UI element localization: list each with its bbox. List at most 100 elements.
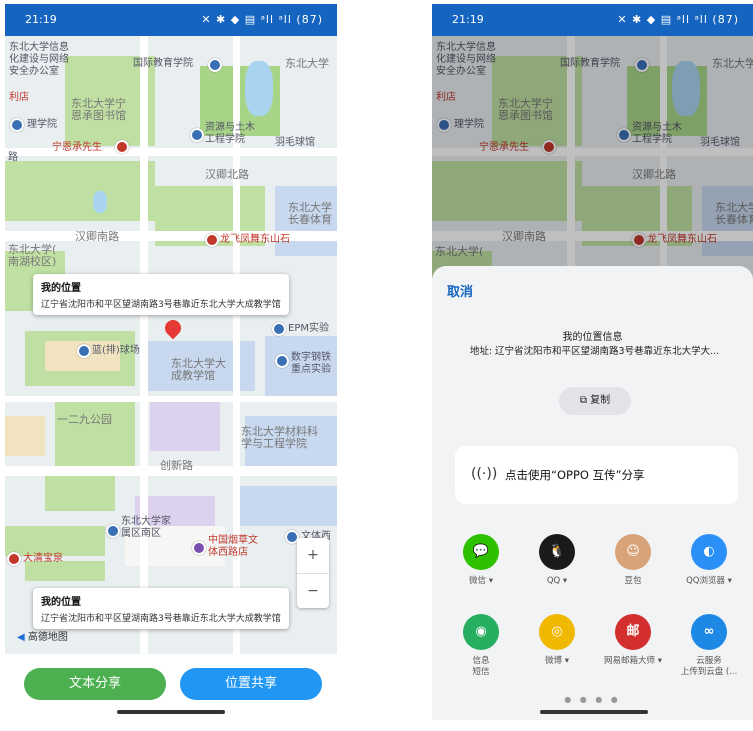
map-label: 东北大学( 南湖校区) (8, 243, 57, 268)
map-label: 数字钢铁 重点实验 (291, 352, 331, 375)
map-pin[interactable] (272, 322, 286, 336)
share-app-1-4[interactable]: ◐ QQ浏览器 ▾ (671, 534, 747, 587)
map-pin[interactable] (7, 552, 21, 566)
map-label: 东北大学 长春体育 (288, 201, 332, 226)
copy-button[interactable]: ⧉ 复制 (559, 387, 631, 415)
map-pin[interactable] (192, 541, 206, 555)
left-phone-screen: 21:19 ✕ ✱ ◆ ▤ ᵃll ᵃll (87) 东北大学信息 化建设与网络… (5, 4, 337, 720)
map-label: 宁恩承先生 (52, 142, 102, 153)
info-address: 辽宁省沈阳市和平区望湖南路3号巷靠近东北大学大成教学馆 (41, 300, 281, 310)
map-label: 路 (8, 152, 18, 163)
oppo-share-label: 点击使用“OPPO 互传”分享 (505, 468, 645, 482)
map-area (150, 401, 220, 451)
map-label: 资源与土木 工程学院 (205, 122, 255, 145)
share-sheet: 取消 我的位置信息 地址: 辽宁省沈阳市和平区望湖南路3号巷靠近东北大学大...… (432, 266, 753, 720)
map-label: 汉卿南路 (75, 230, 119, 243)
map-pin[interactable] (10, 118, 24, 132)
location-info-card-bottom[interactable]: 我的位置 辽宁省沈阳市和平区望湖南路3号巷靠近东北大学大成教学馆 (33, 588, 289, 629)
map-road (140, 36, 148, 654)
status-bar: 21:19 ✕ ✱ ◆ ▤ ᵃll ᵃll (87) (432, 4, 753, 36)
map-pin[interactable] (275, 354, 289, 368)
map-label: 理学院 (27, 119, 57, 130)
map-pin[interactable] (106, 524, 120, 538)
zoom-control: + − (297, 538, 329, 608)
page-indicator: ● ● ● ● (564, 695, 621, 704)
map-label: 创新路 (160, 459, 193, 472)
app-name: QQ浏览器 ▾ (686, 576, 732, 586)
map-label: 一二九公园 (57, 413, 112, 426)
status-time: 21:19 (452, 13, 484, 26)
app-name: 云服务 上传到云盘 (... (680, 656, 738, 677)
app-name: 网易邮箱大师 ▾ (604, 656, 662, 666)
map-pin[interactable] (77, 344, 91, 358)
status-icons: ✕ ✱ ◆ ▤ ᵃll ᵃll (87) (617, 13, 739, 26)
info-address: 辽宁省沈阳市和平区望湖南路3号巷靠近东北大学大成教学馆 (41, 614, 281, 624)
location-share-button[interactable]: 位置共享 (180, 668, 322, 700)
zoom-out-button[interactable]: − (297, 574, 329, 608)
share-app-1-3[interactable]: ☺ 豆包 (595, 534, 671, 587)
map-area (5, 416, 45, 456)
copy-label: 复制 (590, 395, 611, 406)
share-app-2-2[interactable]: ◎ 微博 ▾ (519, 614, 595, 667)
current-location-marker[interactable] (161, 316, 185, 340)
map-pin[interactable] (190, 128, 204, 142)
map-label: 东北大学宁 恩承图书馆 (71, 97, 126, 122)
map-view[interactable]: 东北大学信息 化建设与网络 安全办公室 国际教育学院 东北大学 利店 东北大学宁… (5, 36, 337, 654)
map-label: 汉卿北路 (205, 168, 249, 181)
app-name: QQ ▾ (546, 576, 568, 586)
map-label: 中国烟草文 体西路店 (208, 535, 258, 558)
app-icon: ◐ (691, 534, 727, 570)
share-app-2-4[interactable]: ∞ 云服务 上传到云盘 (... (671, 614, 747, 678)
app-icon: ☺ (615, 534, 651, 570)
share-app-2-3[interactable]: 邮网易邮箱大师 ▾ (595, 614, 671, 667)
dim-overlay[interactable] (432, 36, 753, 296)
text-share-button[interactable]: 文本分享 (24, 668, 166, 700)
app-icon: 🐧 (539, 534, 575, 570)
app-name: 信息 短信 (472, 656, 490, 677)
map-label: 大清宝泉 (23, 553, 63, 564)
home-indicator[interactable] (117, 710, 225, 714)
share-app-1-1[interactable]: 💬 微信 ▾ (443, 534, 519, 587)
cancel-button[interactable]: 取消 (447, 281, 473, 300)
app-name: 微博 ▾ (545, 656, 569, 666)
map-label: 东北大学大 成教学馆 (171, 357, 226, 382)
status-icons: ✕ ✱ ◆ ▤ ᵃll ᵃll (87) (201, 13, 323, 26)
info-title: 我的位置 (41, 597, 81, 608)
status-time: 21:19 (25, 13, 57, 26)
app-icon: ∞ (691, 614, 727, 650)
map-label: 东北大学信息 化建设与网络 安全办公室 (9, 42, 69, 77)
map-label: 东北大学家 属区南区 (121, 516, 171, 539)
share-info-title: 我的位置信息 (562, 332, 623, 343)
map-area (5, 526, 105, 556)
info-title: 我的位置 (41, 283, 81, 294)
map-water (245, 61, 273, 116)
right-phone-screen: 21:19 ✕ ✱ ◆ ▤ ᵃll ᵃll (87) 东北大学信息 化建设与网络… (432, 4, 753, 720)
map-pin[interactable] (115, 140, 129, 154)
map-label: 东北大学 (285, 57, 329, 70)
amap-logo: ◀ 高德地图 (17, 632, 68, 643)
wireless-share-icon: ((·)) (471, 466, 498, 482)
oppo-share-card[interactable]: ((·)) 点击使用“OPPO 互传”分享 (455, 446, 738, 504)
navigation-arrow-icon: ◀ (17, 632, 25, 643)
map-pin[interactable] (205, 233, 219, 247)
map-area (45, 476, 115, 511)
share-app-2-1[interactable]: ◉ 信息 短信 (443, 614, 519, 678)
map-label: 利店 (9, 92, 29, 103)
zoom-in-button[interactable]: + (297, 538, 329, 574)
app-name: 豆包 (624, 576, 642, 586)
home-indicator[interactable] (540, 710, 648, 714)
app-icon: ◉ (463, 614, 499, 650)
share-info-address: 地址: 辽宁省沈阳市和平区望湖南路3号巷靠近东北大学大... (469, 346, 720, 357)
share-app-1-2[interactable]: 🐧 QQ ▾ (519, 534, 595, 587)
map-label: 东北大学材料科 学与工程学院 (241, 425, 318, 450)
map-label: 国际教育学院 (133, 58, 193, 69)
app-icon: 邮 (615, 614, 651, 650)
copy-icon: ⧉ (579, 395, 587, 406)
map-label: EPM实验 (288, 323, 329, 334)
map-water (93, 191, 107, 213)
map-pin[interactable] (208, 58, 222, 72)
map-road (5, 396, 337, 402)
app-icon: ◎ (539, 614, 575, 650)
location-info-card[interactable]: 我的位置 辽宁省沈阳市和平区望湖南路3号巷靠近东北大学大成教学馆 (33, 274, 289, 315)
app-name: 微信 ▾ (469, 576, 493, 586)
